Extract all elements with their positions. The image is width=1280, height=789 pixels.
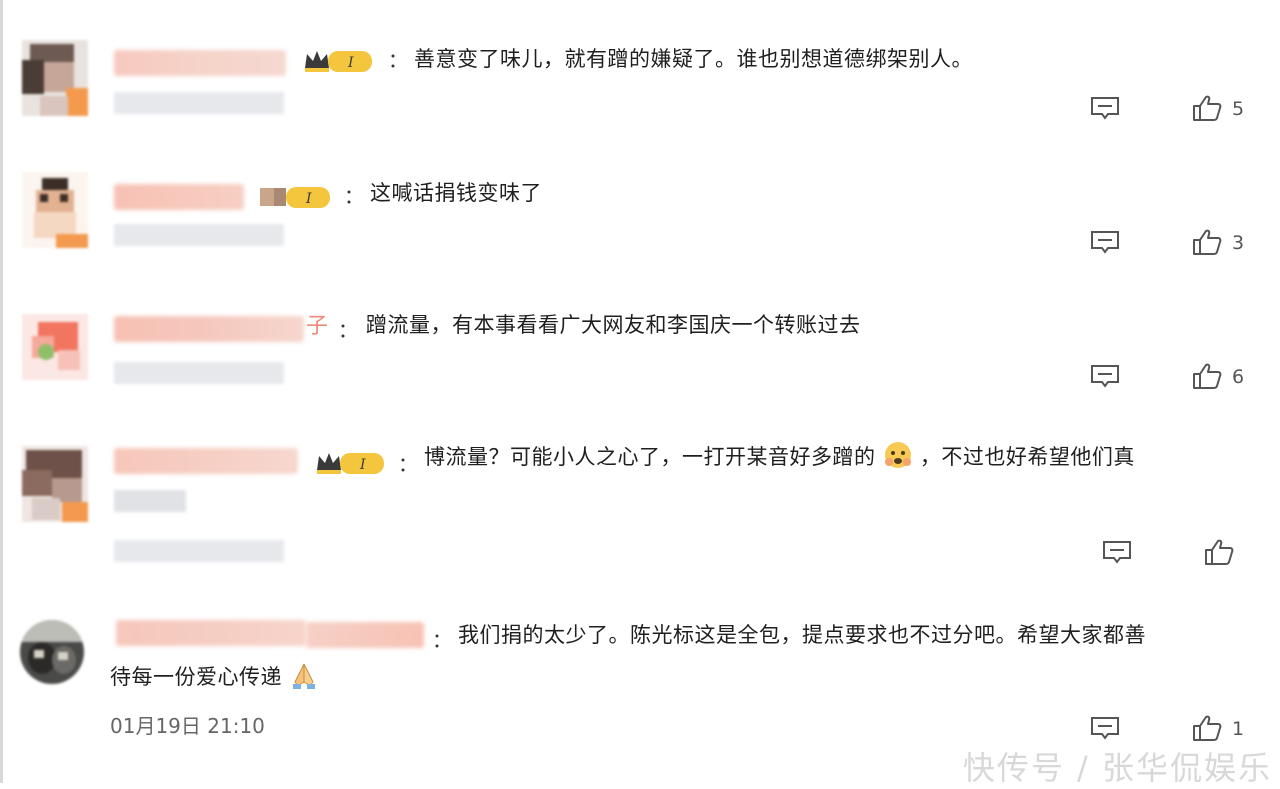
comment-text-line2: 待每一份爱心传递 [110, 656, 319, 698]
comment-text: 蹭流量，有本事看看广大网友和李国庆一个转账过去 [366, 313, 861, 337]
username-blurred[interactable] [114, 448, 298, 474]
meta-blurred [114, 224, 284, 246]
avatar[interactable] [22, 446, 88, 522]
colon-separator: ： [398, 452, 418, 476]
avatar[interactable] [22, 40, 88, 116]
praying-hands-icon [293, 663, 316, 689]
reply-icon[interactable] [1090, 364, 1120, 388]
avatar[interactable] [22, 314, 88, 390]
comment-text-part: 待每一份爱心传递 [110, 665, 282, 689]
comment-text: 博流量？可能小人之心了，一打开某音好多蹭的 ，不过也好希望他们真 [424, 436, 1135, 478]
colon-separator: ： [432, 628, 452, 652]
reply-icon[interactable] [1090, 96, 1120, 120]
thumbs-up-icon[interactable] [1192, 362, 1222, 390]
member-badge: I [314, 448, 386, 476]
svg-text:I: I [305, 191, 312, 207]
colon-separator: ： [338, 318, 358, 342]
colon-separator: ： [344, 184, 364, 208]
like-count: 1 [1232, 718, 1245, 740]
like-count: 5 [1232, 98, 1245, 120]
meta-blurred [114, 362, 284, 384]
thumbs-up-icon[interactable] [1192, 714, 1222, 742]
left-border [0, 0, 3, 783]
like-count: 3 [1232, 232, 1245, 254]
svg-text:I: I [359, 457, 366, 473]
comment-text: 善意变了味儿，就有蹭的嫌疑了。谁也别想道德绑架别人。 [414, 47, 973, 71]
reply-icon[interactable] [1090, 230, 1120, 254]
comment-text: 我们捐的太少了。陈光标这是全包，提点要求也不过分吧。希望大家都善 [458, 623, 1146, 647]
username-blurred[interactable] [114, 184, 244, 210]
reply-icon[interactable] [1090, 716, 1120, 740]
comment-timestamp: 01月19日 21:10 [110, 714, 265, 738]
username-blurred[interactable] [116, 620, 306, 646]
colon-separator: ： [388, 48, 408, 72]
username-blurred[interactable] [306, 622, 424, 648]
reply-icon[interactable] [1102, 540, 1132, 564]
avatar[interactable] [22, 172, 88, 248]
comment-text-part: ，不过也好希望他们真 [919, 445, 1135, 469]
comment-text-part: 博流量？可能小人之心了，一打开某音好多蹭的 [424, 445, 876, 469]
meta-blurred [114, 490, 186, 512]
comment-text: 这喊话捐钱变味了 [370, 181, 542, 205]
watermark: 快传号 / 张华侃娱乐 [962, 749, 1272, 787]
crown-icon: I [305, 51, 372, 72]
emoji-face-icon [884, 442, 911, 468]
thumbs-up-icon[interactable] [1192, 94, 1222, 122]
member-badge: I [302, 46, 374, 74]
username-suffix[interactable]: 子 [306, 308, 328, 340]
member-badge: I [258, 182, 330, 210]
thumbs-up-icon[interactable] [1192, 228, 1222, 256]
username-blurred[interactable] [114, 50, 286, 76]
svg-text:I: I [347, 55, 354, 71]
meta-blurred [114, 92, 284, 114]
avatar[interactable] [20, 620, 84, 684]
like-count: 6 [1232, 366, 1245, 388]
meta-blurred [114, 540, 284, 562]
thumbs-up-icon[interactable] [1204, 538, 1234, 566]
username-blurred[interactable] [114, 316, 304, 342]
